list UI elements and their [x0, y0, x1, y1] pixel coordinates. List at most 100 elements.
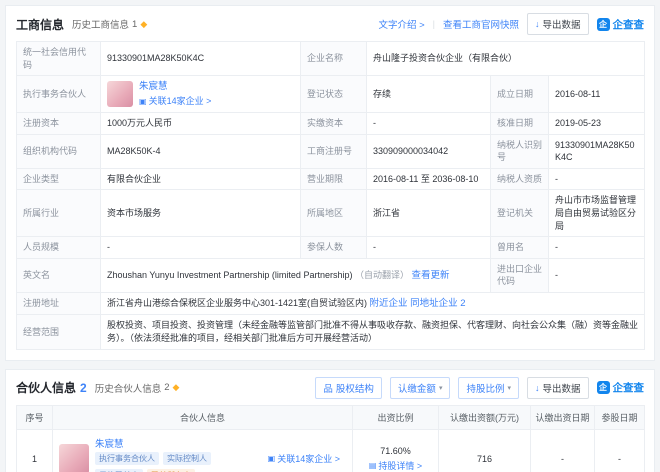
partners-table: 序号 合伙人信息 出资比例 认缴出资额(万元) 认缴出资日期 参股日期 1 朱宸…: [16, 405, 645, 472]
export-data-button[interactable]: ↓ 导出数据: [527, 377, 589, 399]
field-label: 所属行业: [17, 190, 101, 237]
table-row: 1 朱宸慧 执行事务合伙人 实际控制人 最终受益人 受益所有人: [17, 429, 645, 472]
field-value: 2016-08-11: [549, 76, 645, 113]
field-label: 执行事务合伙人: [17, 76, 101, 113]
qichacha-logo-icon: 企: [597, 381, 610, 394]
org-chart-icon: 品: [323, 381, 333, 395]
field-label: 所属地区: [301, 190, 367, 237]
english-name-cell: Zhoushan Yunyu Investment Partnership (l…: [101, 258, 491, 292]
table-header-row: 序号 合伙人信息 出资比例 认缴出资额(万元) 认缴出资日期 参股日期: [17, 405, 645, 429]
view-update-link[interactable]: 查看更新: [412, 270, 450, 281]
company-name-value: 舟山隆子投资合伙企业（有限合伙）: [367, 42, 645, 76]
qichacha-logo-icon: 企: [597, 18, 610, 31]
holding-detail-link[interactable]: ▤ 持股详情 >: [369, 459, 422, 472]
business-info-header: 工商信息 历史工商信息 1 ◆ 文字介绍 > | 查看工商官网快照 ↓ 导出数据…: [6, 6, 654, 41]
history-partners-label: 历史合伙人信息: [95, 381, 162, 395]
related-companies-link[interactable]: ▣ 关联14家企业 >: [268, 452, 340, 465]
history-partners-link[interactable]: 历史合伙人信息 2 ◆: [95, 381, 180, 395]
field-label: 工商注册号: [301, 134, 367, 168]
holding-detail-label: 持股详情 >: [378, 459, 422, 472]
partner-avatar[interactable]: [107, 81, 133, 107]
snapshot-link[interactable]: 查看工商官网快照: [443, 17, 519, 31]
partner-name-link[interactable]: 朱宸慧: [95, 436, 262, 450]
header-divider: |: [433, 19, 435, 29]
field-label: 进出口企业代码: [491, 258, 549, 292]
field-label: 注册资本: [17, 113, 101, 135]
history-business-link[interactable]: 历史工商信息 1 ◆: [72, 17, 147, 31]
field-value: 资本市场服务: [101, 190, 301, 237]
related-companies-icon: ▣: [139, 96, 147, 107]
vip-icon: ◆: [140, 19, 147, 30]
partner-name-link[interactable]: 朱宸慧: [139, 80, 211, 93]
partners-count: 2: [80, 381, 87, 395]
table-row: 注册地址 浙江省舟山港综合保税区企业服务中心301-1421室(自贸试验区内) …: [17, 293, 645, 315]
section-title-business: 工商信息: [16, 16, 64, 33]
qichacha-logo: 企 企查查: [597, 17, 645, 32]
column-header: 认缴出资日期: [531, 405, 595, 429]
related-companies-link[interactable]: ▣ 关联14家企业 >: [139, 95, 211, 108]
share-ratio-button[interactable]: 持股比例 ▾: [458, 377, 519, 399]
ratio-value: 71.60%: [359, 446, 432, 456]
field-value: 浙江省: [367, 190, 491, 237]
related-companies-icon: ▣: [268, 454, 276, 463]
export-data-label: 导出数据: [542, 381, 580, 395]
qichacha-logo-text: 企查查: [613, 380, 645, 395]
export-data-label: 导出数据: [542, 17, 580, 31]
column-header: 出资比例: [353, 405, 439, 429]
field-label: 英文名: [17, 258, 101, 292]
column-header: 参股日期: [595, 405, 645, 429]
partners-header: 合伙人信息 2 历史合伙人信息 2 ◆ 品 股权结构 认缴金额 ▾ 持股比例 ▾…: [6, 370, 654, 405]
partner-avatar[interactable]: [59, 444, 89, 472]
field-label: 人员规模: [17, 237, 101, 259]
field-label: 统一社会信用代码: [17, 42, 101, 76]
table-row: 企业类型 有限合伙企业 营业期限 2016-08-11 至 2036-08-10…: [17, 168, 645, 190]
history-business-count: 1: [132, 19, 137, 30]
same-address-companies-link[interactable]: 同地址企业 2: [410, 298, 465, 309]
table-row: 人员规模 - 参保人数 - 曾用名 -: [17, 237, 645, 259]
field-label: 纳税人资质: [491, 168, 549, 190]
field-value: 2019-05-23: [549, 113, 645, 135]
business-scope-value: 股权投资、项目投资、投资管理（未经金融等监管部门批准不得从事吸收存款、融资担保、…: [101, 315, 645, 349]
table-row: 统一社会信用代码 91330901MA28K50K4C 企业名称 舟山隆子投资合…: [17, 42, 645, 76]
field-value: 91330901MA28K50K4C: [549, 134, 645, 168]
text-intro-link[interactable]: 文字介绍 >: [378, 17, 424, 31]
qichacha-logo-text: 企查查: [613, 17, 645, 32]
field-value: -: [367, 113, 491, 135]
tag-badge: 受益所有人: [147, 469, 195, 472]
subscribed-amount-button[interactable]: 认缴金额 ▾: [390, 377, 451, 399]
table-row: 所属行业 资本市场服务 所属地区 浙江省 登记机关 舟山市市场监督管理局自由贸易…: [17, 190, 645, 237]
export-data-button[interactable]: ↓ 导出数据: [527, 13, 589, 35]
related-companies-label: 关联14家企业 >: [277, 452, 340, 465]
field-label: 成立日期: [491, 76, 549, 113]
table-row: 英文名 Zhoushan Yunyu Investment Partnershi…: [17, 258, 645, 292]
registration-status-value: 存续: [367, 76, 491, 113]
registered-address-value: 浙江省舟山港综合保税区企业服务中心301-1421室(自贸试验区内): [107, 298, 367, 308]
table-row: 经营范围 股权投资、项目投资、投资管理（未经金融等监管部门批准不得从事吸收存款、…: [17, 315, 645, 349]
chevron-down-icon: ▾: [507, 384, 511, 392]
field-label: 核准日期: [491, 113, 549, 135]
table-row: 注册资本 1000万元人民币 实缴资本 - 核准日期 2019-05-23: [17, 113, 645, 135]
vip-icon: ◆: [173, 382, 180, 393]
subscribed-date-value: -: [531, 429, 595, 472]
field-label: 营业期限: [301, 168, 367, 190]
business-info-table: 统一社会信用代码 91330901MA28K50K4C 企业名称 舟山隆子投资合…: [16, 41, 645, 350]
field-value: 330909000034042: [367, 134, 491, 168]
subscribed-amount-value: 716: [439, 429, 531, 472]
row-index: 1: [17, 429, 53, 472]
chevron-down-icon: ▾: [439, 384, 443, 392]
equity-structure-button[interactable]: 品 股权结构: [315, 377, 382, 399]
join-date-value: -: [595, 429, 645, 472]
field-value: -: [549, 237, 645, 259]
field-label: 登记状态: [301, 76, 367, 113]
executive-partner-cell: 朱宸慧 ▣ 关联14家企业 >: [101, 76, 301, 113]
table-row: 执行事务合伙人 朱宸慧 ▣ 关联14家企业 > 登记状态 存续 成立日期 201…: [17, 76, 645, 113]
nearby-companies-link[interactable]: 附近企业: [370, 298, 408, 309]
tag-badge: 执行事务合伙人: [95, 452, 159, 465]
registered-address-cell: 浙江省舟山港综合保税区企业服务中心301-1421室(自贸试验区内) 附近企业 …: [101, 293, 645, 315]
field-label: 实缴资本: [301, 113, 367, 135]
tag-badge: 最终受益人: [95, 469, 143, 472]
field-label: 企业类型: [17, 168, 101, 190]
field-value: -: [367, 237, 491, 259]
business-info-card: 工商信息 历史工商信息 1 ◆ 文字介绍 > | 查看工商官网快照 ↓ 导出数据…: [5, 5, 655, 361]
field-value: MA28K50K-4: [101, 134, 301, 168]
